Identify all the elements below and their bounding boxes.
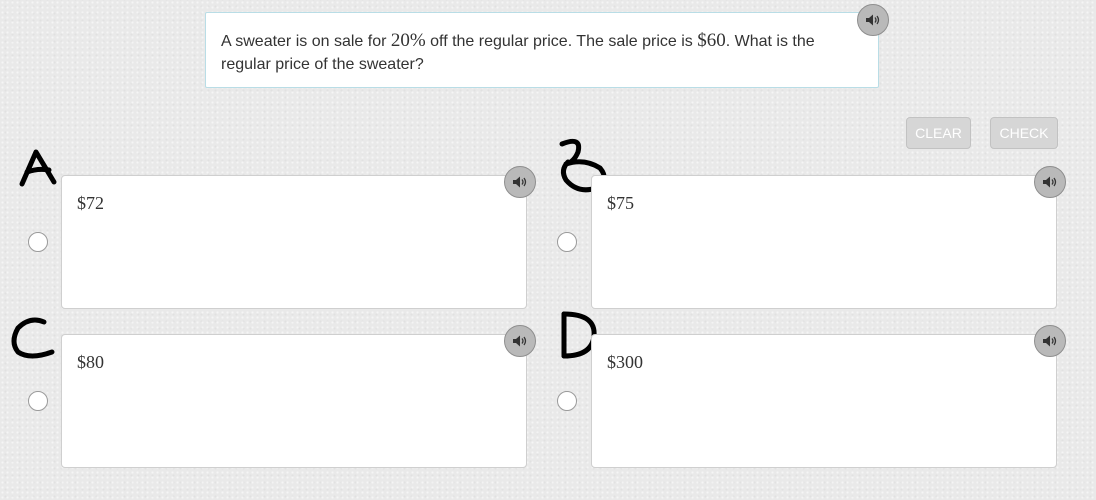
speaker-icon: [513, 176, 527, 188]
check-button[interactable]: CHECK: [990, 117, 1058, 149]
choice-a-radio[interactable]: [28, 232, 48, 252]
choice-d-value: $300: [607, 352, 643, 372]
question-speaker-button[interactable]: [857, 4, 889, 36]
choice-b-radio[interactable]: [557, 232, 577, 252]
question-text-part-2: off the regular price. The sale price is: [425, 33, 698, 50]
choice-c-speaker-button[interactable]: [504, 325, 536, 357]
speaker-icon: [1043, 335, 1057, 347]
handwritten-letter-c: [11, 317, 55, 359]
choice-card-c[interactable]: $80: [61, 334, 527, 468]
question-text: A sweater is on sale for 20% off the reg…: [221, 29, 861, 76]
speaker-icon: [513, 335, 527, 347]
choice-card-b[interactable]: $75: [591, 175, 1057, 309]
choice-card-d[interactable]: $300: [591, 334, 1057, 468]
choice-card-a[interactable]: $72: [61, 175, 527, 309]
choice-b-speaker-button[interactable]: [1034, 166, 1066, 198]
choice-c-value: $80: [77, 352, 104, 372]
question-sale-price: $60: [697, 30, 726, 51]
choice-d-radio[interactable]: [557, 391, 577, 411]
clear-button[interactable]: CLEAR: [906, 117, 971, 149]
speaker-icon: [866, 14, 880, 26]
question-text-part-1: A sweater is on sale for: [221, 33, 391, 50]
choice-d-speaker-button[interactable]: [1034, 325, 1066, 357]
choice-a-value: $72: [77, 193, 104, 213]
choice-c-radio[interactable]: [28, 391, 48, 411]
speaker-icon: [1043, 176, 1057, 188]
handwritten-letter-a: [19, 149, 57, 187]
question-box: A sweater is on sale for 20% off the reg…: [205, 12, 879, 88]
choice-b-value: $75: [607, 193, 634, 213]
question-percent: 20%: [390, 30, 426, 51]
choice-a-speaker-button[interactable]: [504, 166, 536, 198]
